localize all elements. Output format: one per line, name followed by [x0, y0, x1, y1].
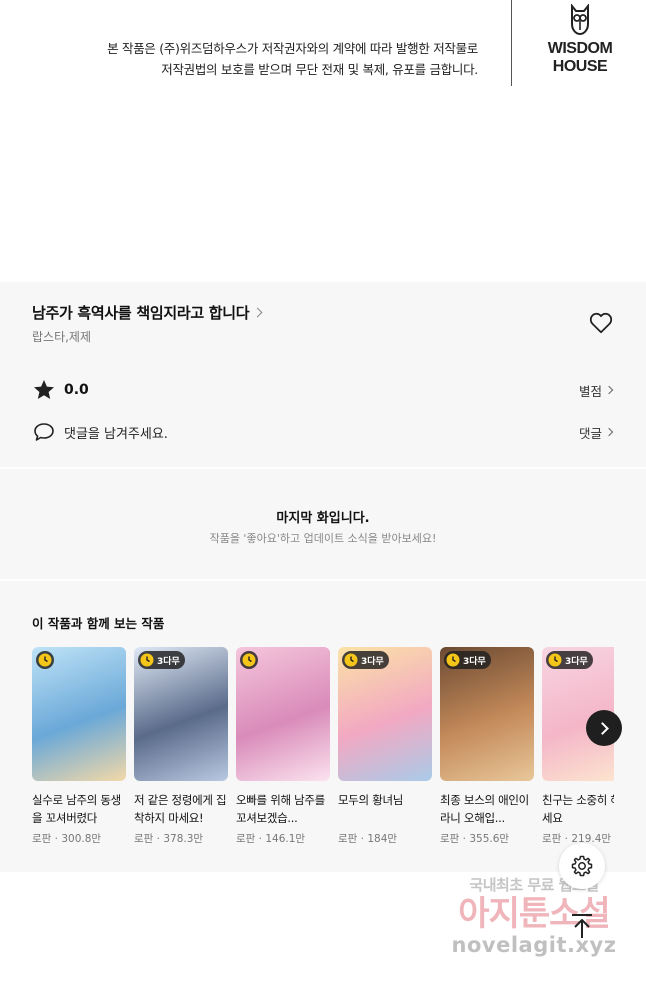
- cover-image: 3다무: [134, 647, 228, 781]
- card-genre: 로판: [32, 833, 52, 845]
- copyright-banner: 본 작품은 (주)위즈덤하우스가 저작권자와의 계약에 따라 발행한 저작물로 …: [0, 0, 646, 282]
- owl-logo-icon: [571, 4, 589, 36]
- card-views: 378.3만: [163, 833, 204, 845]
- work-author: 랍스타,제제: [32, 330, 92, 344]
- badge-label: 3다무: [565, 656, 588, 667]
- card-title: 저 같은 정령에게 집착하지 마세요!: [134, 793, 227, 825]
- badge-label: 3다무: [463, 656, 486, 667]
- arrow-up-icon[interactable]: [566, 910, 598, 942]
- comment-bubble-icon: [34, 423, 54, 441]
- badge-label: 3다무: [157, 656, 180, 667]
- card-meta: 로판 · 184만: [338, 831, 432, 846]
- comment-prompt: 댓글을 남겨주세요.: [64, 426, 168, 442]
- clock-icon: [38, 653, 52, 667]
- recommend-section-title: 이 작품과 함께 보는 작품: [32, 616, 165, 631]
- clock-icon: [140, 653, 154, 667]
- card-views: 146.1만: [265, 833, 306, 845]
- clock-icon: [548, 653, 562, 667]
- recommend-card[interactable]: 3다무친구는 소중히 해 주세요로판 · 219.4만: [542, 647, 614, 846]
- rating-link-label: 별점: [578, 383, 602, 399]
- heart-icon[interactable]: [588, 310, 614, 336]
- meta-separator: ·: [561, 833, 572, 845]
- chevron-right-icon: [604, 385, 614, 395]
- section-divider: [0, 579, 646, 581]
- wait-free-badge: [240, 651, 258, 669]
- comment-link[interactable]: 댓글: [579, 423, 614, 442]
- card-title: 실수로 남주의 동생을 꼬셔버렸다: [32, 793, 121, 825]
- meta-separator: ·: [51, 833, 62, 845]
- card-genre: 로판: [236, 833, 256, 845]
- clock-icon: [446, 653, 460, 667]
- meta-separator: ·: [255, 833, 266, 845]
- banner-divider: [511, 0, 512, 86]
- clock-icon: [242, 653, 256, 667]
- chevron-right-icon: [595, 721, 609, 735]
- last-episode-subtitle: 작품을 '좋아요'하고 업데이트 소식을 받아보세요!: [209, 532, 437, 545]
- gear-icon: [571, 855, 593, 877]
- cover-image: 3다무: [440, 647, 534, 781]
- work-title: 남주가 흑역사를 책임지라고 합니다: [32, 304, 250, 322]
- card-title: 오빠를 위해 남주를 꼬셔보겠습...: [236, 793, 325, 825]
- star-icon: [34, 380, 54, 399]
- last-episode-title: 마지막 화입니다.: [276, 511, 370, 526]
- meta-separator: ·: [459, 833, 470, 845]
- card-meta: 로판 · 378.3만: [134, 831, 228, 846]
- clock-icon: [344, 653, 358, 667]
- wait-free-badge: 3다무: [546, 651, 593, 669]
- badge-label: 3다무: [361, 656, 384, 667]
- card-title: 친구는 소중히 해 주세요: [542, 793, 614, 825]
- wait-free-badge: 3다무: [342, 651, 389, 669]
- section-divider: [0, 467, 646, 469]
- wait-free-badge: [36, 651, 54, 669]
- card-meta: 로판 · 300.8만: [32, 831, 126, 846]
- wait-free-badge: 3다무: [444, 651, 491, 669]
- cover-image: [32, 647, 126, 781]
- recommend-card[interactable]: 3다무최종 보스의 애인이라니 오해입... 로판 · 355.6만: [440, 647, 534, 846]
- card-views: 300.8만: [61, 833, 102, 845]
- card-genre: 로판: [542, 833, 562, 845]
- card-views: 184만: [367, 833, 398, 845]
- card-title: 모두의 황녀님: [338, 793, 404, 807]
- chevron-right-icon: [604, 427, 614, 437]
- copyright-notice: 본 작품은 (주)위즈덤하우스가 저작권자와의 계약에 따라 발행한 저작물로 …: [107, 38, 478, 80]
- recommend-card[interactable]: 3다무저 같은 정령에게 집착하지 마세요! 로판 · 378.3만: [134, 647, 228, 846]
- logo-text-1: WISDOM: [547, 40, 613, 57]
- cover-image: [236, 647, 330, 781]
- meta-separator: ·: [153, 833, 164, 845]
- recommend-card[interactable]: 3다무모두의 황녀님로판 · 184만: [338, 647, 432, 846]
- card-genre: 로판: [134, 833, 154, 845]
- card-meta: 로판 · 146.1만: [236, 831, 330, 846]
- rating-link[interactable]: 별점: [579, 381, 614, 400]
- chevron-right-icon: [252, 307, 263, 318]
- recommend-carousel: 실수로 남주의 동생을 꼬셔버렸다 로판 · 300.8만 3다무 저 같은 정령에게…: [32, 647, 614, 857]
- work-title-link[interactable]: 남주가 흑역사를 책임지라고 합니다: [32, 302, 263, 323]
- settings-button[interactable]: [559, 843, 605, 889]
- copyright-line-2: 저작권법의 보호를 받으며 무단 전재 및 복제, 유포를 금합니다.: [161, 62, 478, 77]
- meta-separator: ·: [357, 833, 368, 845]
- wait-free-badge: 3다무: [138, 651, 185, 669]
- copyright-line-1: 본 작품은 (주)위즈덤하우스가 저작권자와의 계약에 따라 발행한 저작물로: [107, 41, 478, 56]
- carousel-next-button[interactable]: [586, 710, 622, 746]
- card-genre: 로판: [440, 833, 460, 845]
- recommend-card[interactable]: 오빠를 위해 남주를 꼬셔보겠습... 로판 · 146.1만: [236, 647, 330, 846]
- publisher-logo: WISDOM HOUSE: [540, 4, 620, 76]
- cover-image: 3다무: [338, 647, 432, 781]
- logo-text-2: HOUSE: [552, 58, 608, 75]
- page: 본 작품은 (주)위즈덤하우스가 저작권자와의 계약에 따라 발행한 저작물로 …: [0, 0, 646, 988]
- recommend-card[interactable]: 실수로 남주의 동생을 꼬셔버렸다로판 · 300.8만: [32, 647, 126, 846]
- rating-value: 0.0: [64, 382, 89, 398]
- card-meta: 로판 · 355.6만: [440, 831, 534, 846]
- card-views: 355.6만: [469, 833, 510, 845]
- rating-row: 0.0 별점: [32, 377, 614, 403]
- comment-row[interactable]: 댓글을 남겨주세요. 댓글: [32, 419, 614, 445]
- card-title: 최종 보스의 애인이라니 오해입...: [440, 793, 529, 825]
- comment-link-label: 댓글: [578, 425, 602, 441]
- card-genre: 로판: [338, 833, 358, 845]
